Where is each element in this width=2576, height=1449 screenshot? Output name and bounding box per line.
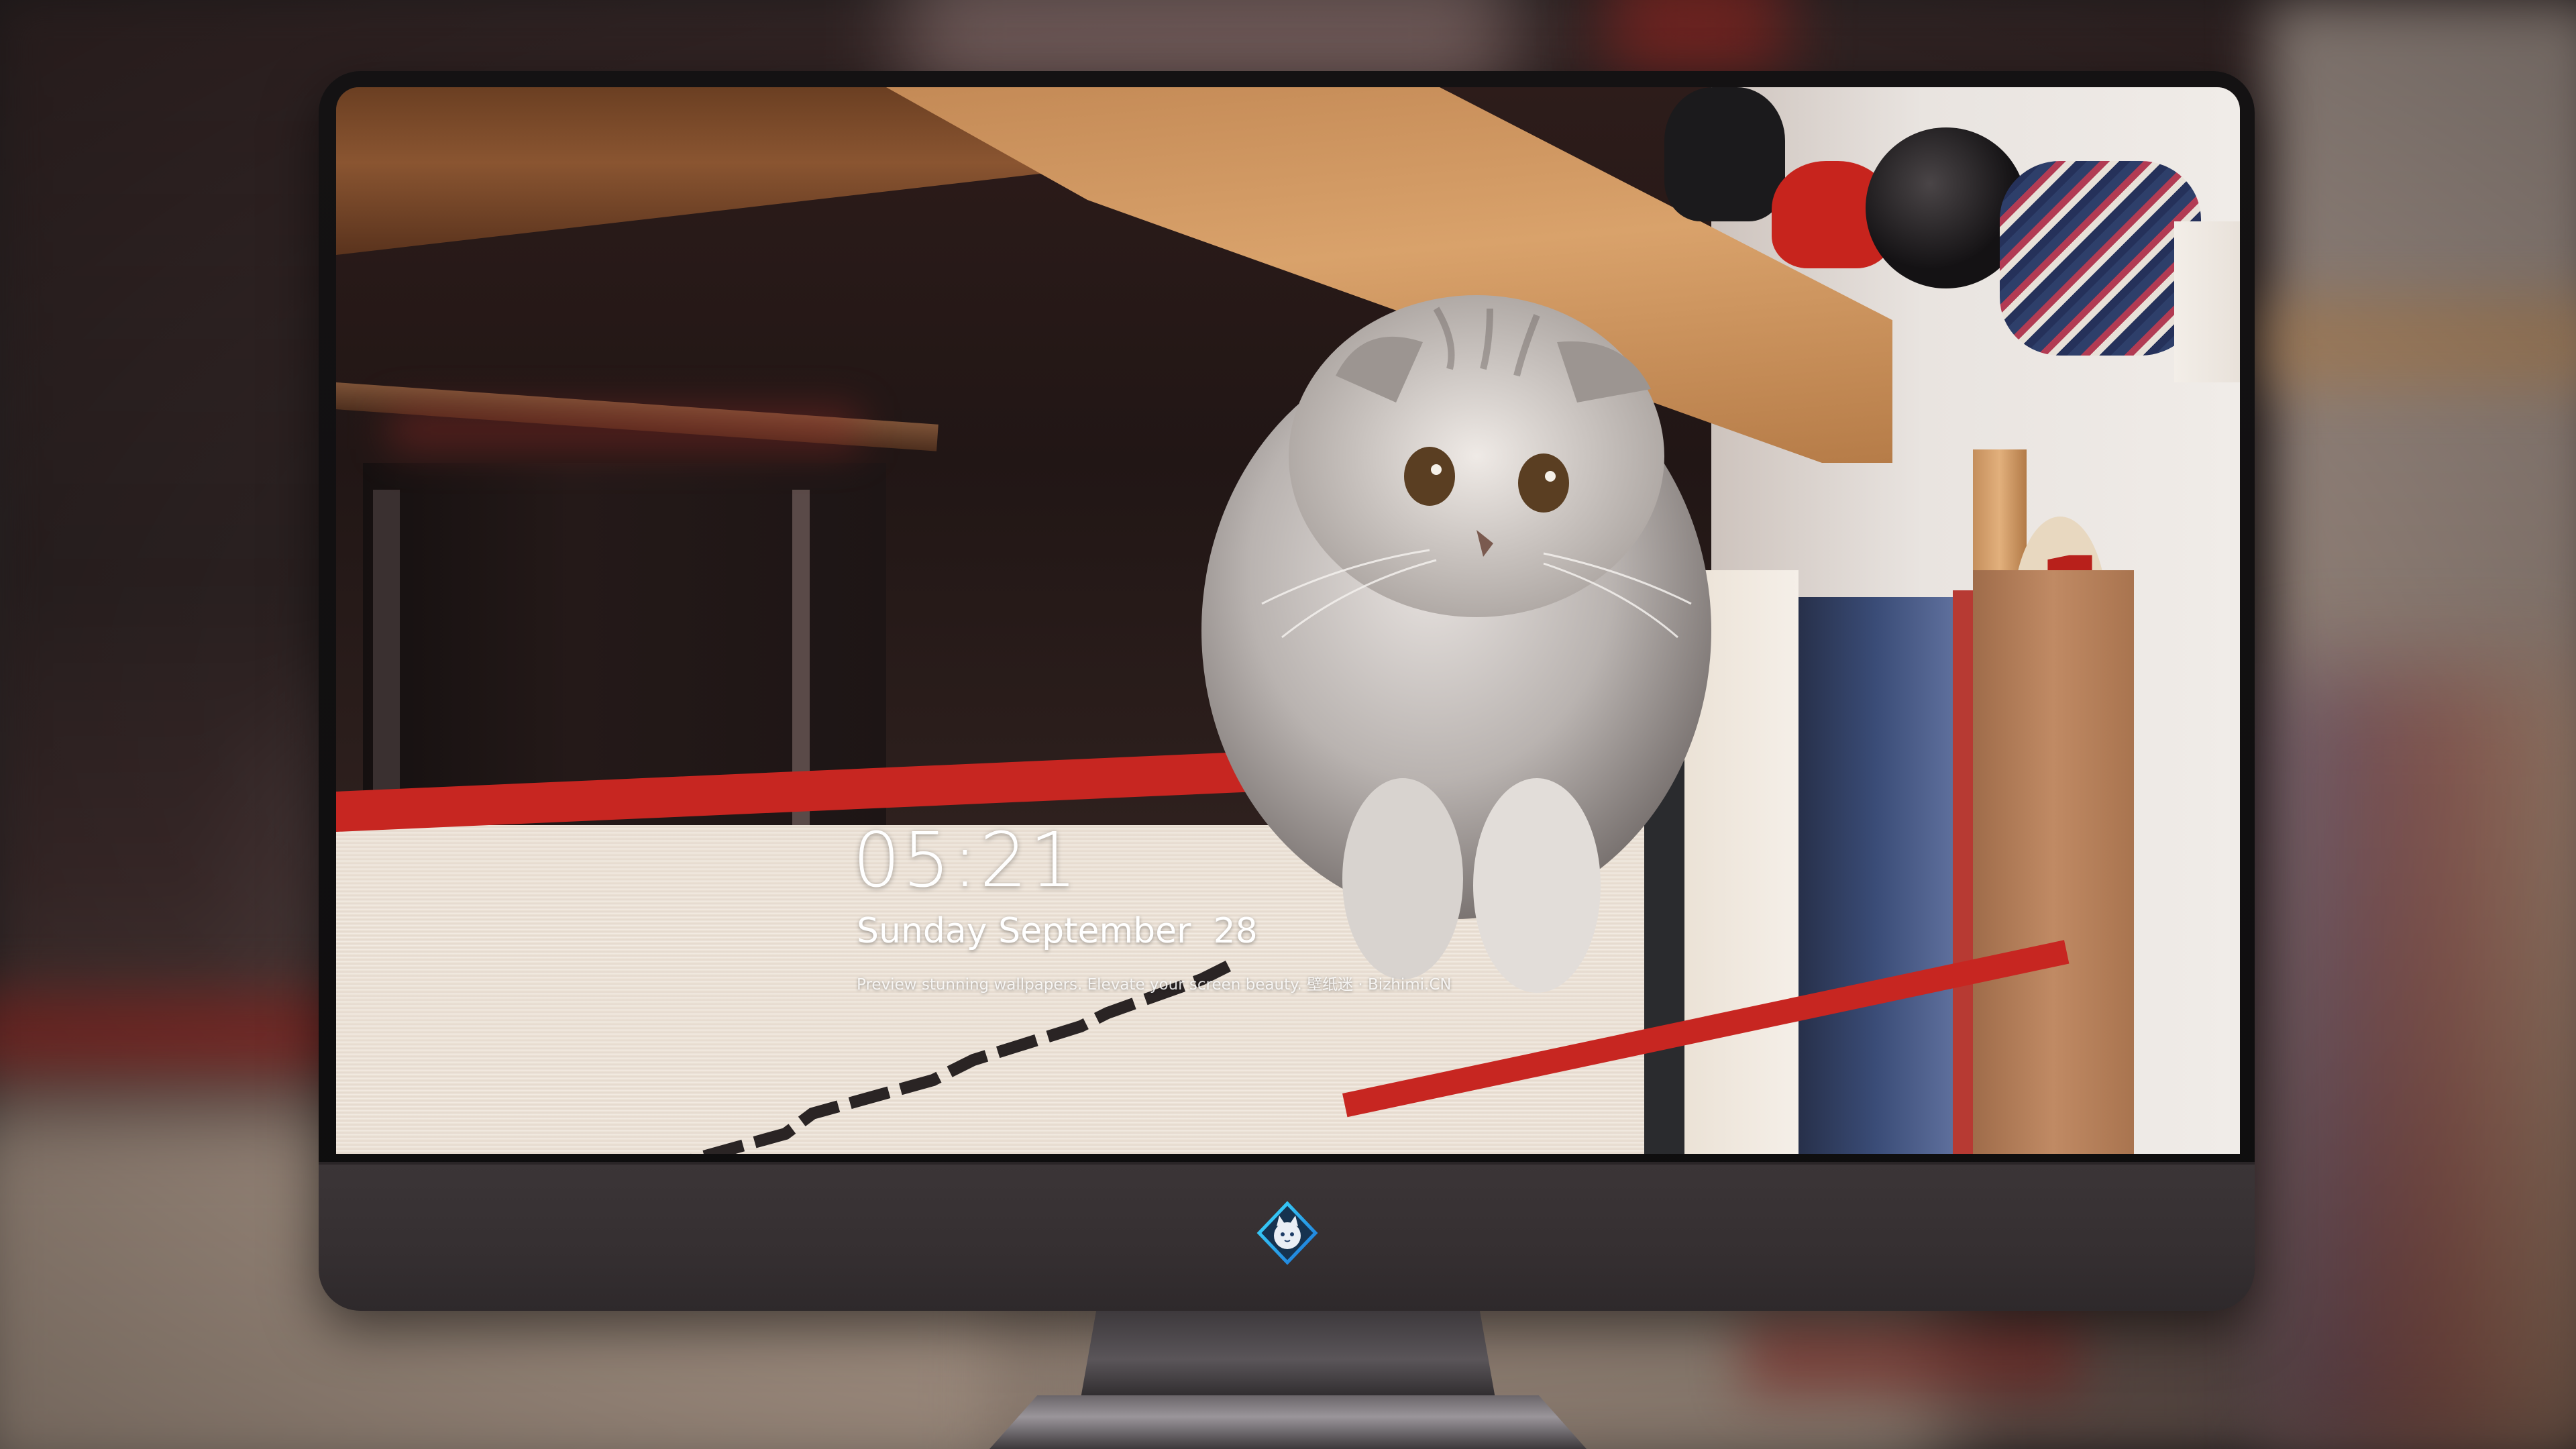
lock-screen-time: 05:21	[853, 817, 1079, 904]
lock-screen-date: Sunday September 28	[857, 911, 1258, 951]
monitor-stand-base	[989, 1395, 1587, 1449]
monitor-stand	[1080, 1308, 1496, 1402]
lock-screen: 1	[336, 87, 2240, 1154]
lock-screen-tagline: Preview stunning wallpapers. Elevate you…	[857, 976, 1452, 994]
kitten	[1201, 295, 1711, 993]
cat-mascot-logo-icon	[1255, 1201, 1320, 1265]
